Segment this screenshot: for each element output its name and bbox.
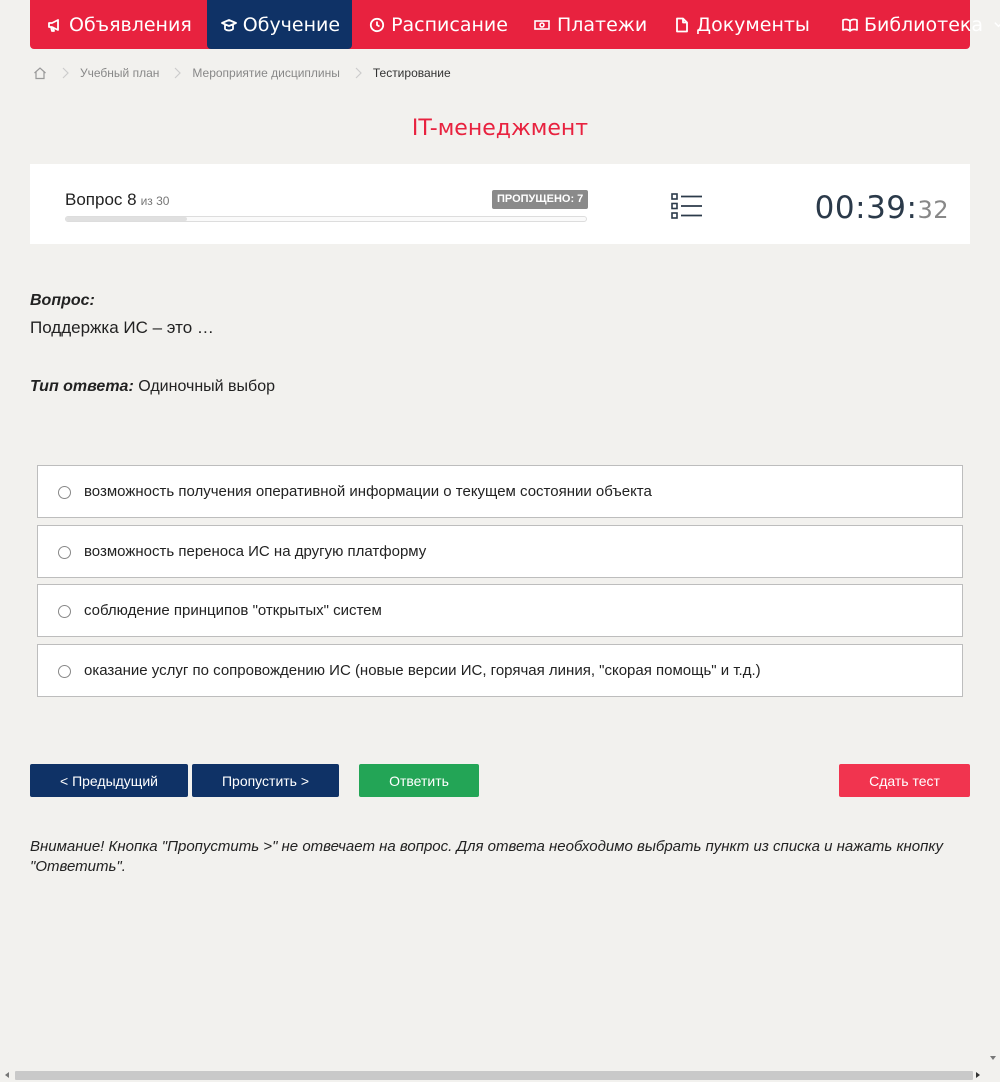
breadcrumb: Учебный план Мероприятие дисциплины Тест… [33,64,451,82]
home-icon[interactable] [33,66,47,80]
answer-option-text: соблюдение принципов "открытых" систем [84,602,382,619]
nav-item-library[interactable]: Библиотека [825,0,1000,49]
notice-text: Внимание! Кнопка "Пропустить >" не отвеч… [30,838,943,875]
answer-type-value: Одиночный выбор [138,378,275,395]
clock-icon [369,17,385,32]
previous-button[interactable]: < Предыдущий [30,764,188,797]
skipped-badge: ПРОПУЩЕНО: 7 [492,190,589,209]
answer-type: Тип ответа: Одиночный выбор [30,378,275,396]
top-nav: Объявления Обучение Расписание Платежи Д… [30,0,1000,49]
answer-option[interactable]: возможность получения оперативной информ… [37,465,963,518]
radio-button[interactable] [58,546,71,559]
breadcrumb-item-current: Тестирование [372,66,451,80]
nav-item-label: Платежи [556,13,648,36]
scroll-down-arrow-icon[interactable] [988,1053,998,1063]
answer-option[interactable]: оказание услуг по сопровождению ИС (новы… [37,644,963,697]
chevron-right-icon [174,67,182,79]
page-title: IT-менеджмент [411,116,589,141]
chevron-right-icon [355,67,362,79]
book-icon [842,17,858,32]
submit-test-button[interactable]: Сдать тест [839,764,970,797]
nav-item-schedule[interactable]: Расписание [352,0,523,49]
question-status-panel: Вопрос 8 из 30 ПРОПУЩЕНО: 7 00:39:32 [30,164,970,244]
progress-bar [65,216,587,222]
megaphone-icon [48,18,59,32]
question-text: Поддержка ИС – это … [30,318,214,337]
skip-button[interactable]: Пропустить > [192,764,339,797]
radio-button[interactable] [58,605,71,618]
answer-button[interactable]: Ответить [359,764,479,797]
timer: 00:39:32 [815,190,949,226]
graduation-cap-icon [220,18,237,31]
nav-item-label: Библиотека [863,13,984,36]
nav-item-label: Документы [696,13,810,36]
breadcrumb-item-curriculum[interactable]: Учебный план [80,66,159,80]
timer-seconds: 32 [917,196,949,224]
answer-option[interactable]: соблюдение принципов "открытых" систем [37,584,963,637]
question-number: Вопрос 8 [65,190,137,209]
scrollbar-thumb[interactable] [15,1071,973,1080]
answer-option-text: возможность получения оперативной информ… [84,483,652,500]
scroll-left-arrow-icon[interactable] [2,1070,12,1080]
radio-button[interactable] [58,486,71,499]
nav-item-announcements[interactable]: Объявления [30,0,207,49]
money-bill-icon [534,19,550,30]
question-label: Вопрос: [30,292,95,309]
document-icon [676,17,689,32]
answer-option-text: оказание услуг по сопровождению ИС (новы… [84,662,761,679]
list-icon[interactable] [671,192,703,220]
answer-type-label: Тип ответа: [30,378,134,395]
answer-option-text: возможность переноса ИС на другую платфо… [84,543,427,560]
timer-hours-minutes: 00:39: [814,190,918,226]
nav-item-label: Обучение [242,13,341,36]
nav-item-documents[interactable]: Документы [662,0,825,49]
question-counter: Вопрос 8 из 30 [65,190,169,210]
question-total: из 30 [140,194,170,208]
nav-item-payments[interactable]: Платежи [523,0,662,49]
nav-item-label: Расписание [391,13,508,36]
chevron-down-icon [994,22,1000,28]
scroll-right-arrow-icon[interactable] [973,1070,983,1080]
horizontal-scrollbar[interactable] [0,1068,988,1082]
radio-button[interactable] [58,665,71,678]
progress-fill [66,217,188,221]
breadcrumb-item-discipline-event[interactable]: Мероприятие дисциплины [192,66,339,80]
nav-item-label: Объявления [69,13,192,36]
nav-item-education[interactable]: Обучение [206,0,353,49]
answer-option[interactable]: возможность переноса ИС на другую платфо… [37,525,963,578]
chevron-right-icon [62,67,69,79]
